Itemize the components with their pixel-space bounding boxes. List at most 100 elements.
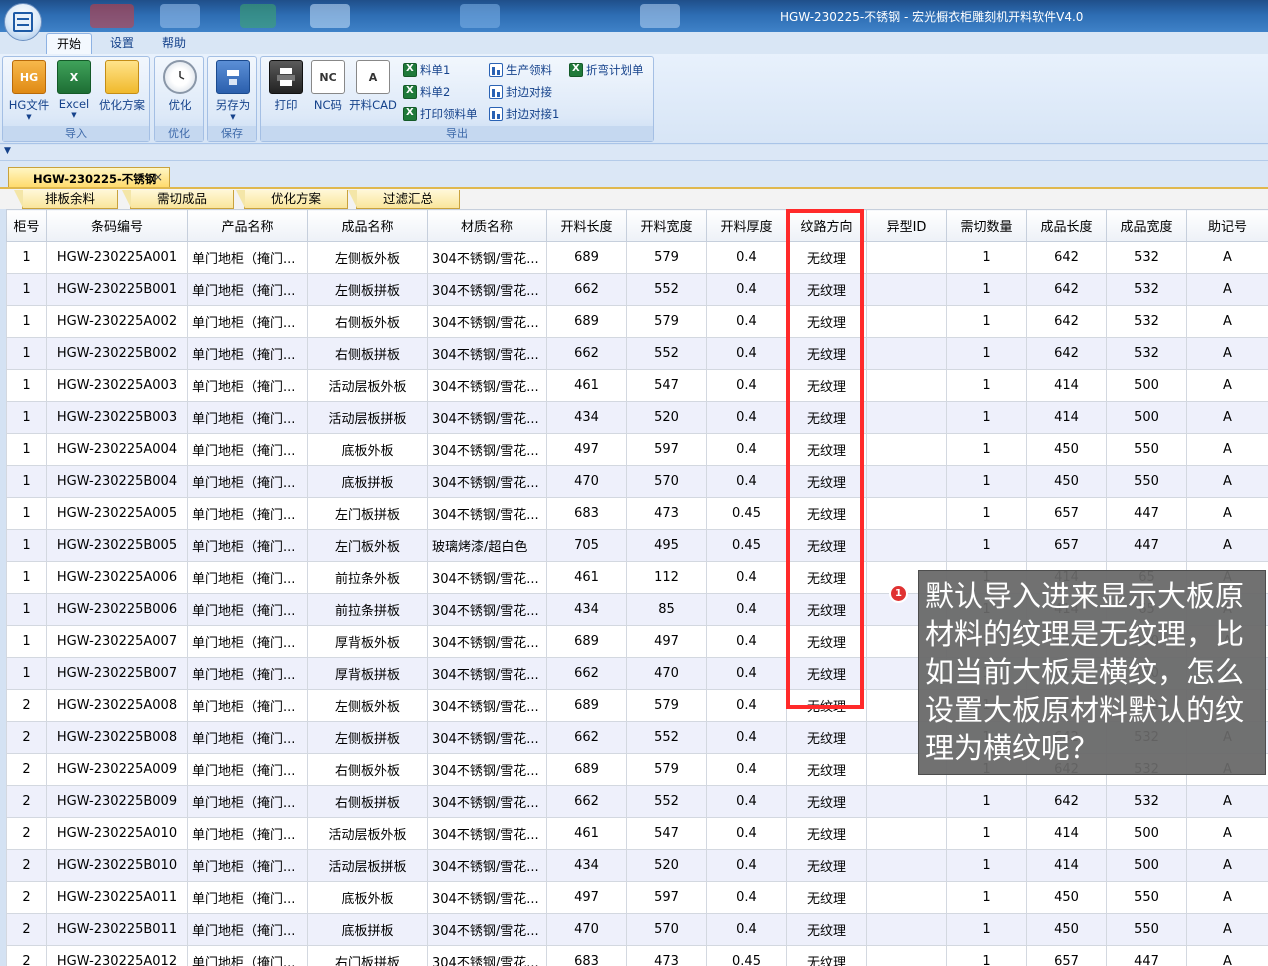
table-cell[interactable]: 642 — [1026, 241, 1107, 274]
table-cell[interactable]: 0.4 — [706, 273, 787, 306]
column-header[interactable]: 开料长度 — [546, 209, 627, 242]
table-cell[interactable]: 左门板外板 — [307, 529, 428, 562]
table-cell[interactable]: 厚背板拼板 — [307, 657, 428, 690]
table-cell[interactable]: 右侧板外板 — [307, 753, 428, 786]
table-cell[interactable]: 304不锈钢/雪花... — [427, 753, 547, 786]
table-cell[interactable]: HGW-230225B007 — [46, 657, 188, 690]
table-cell[interactable]: 2 — [6, 881, 47, 914]
table-cell[interactable]: HGW-230225B001 — [46, 273, 188, 306]
nc-code-button[interactable]: NC NC码 — [305, 60, 351, 113]
table-cell[interactable]: 579 — [626, 689, 707, 722]
table-cell[interactable]: 右侧板拼板 — [307, 337, 428, 370]
table-cell[interactable]: 1 — [946, 241, 1027, 274]
table-cell[interactable]: 552 — [626, 337, 707, 370]
table-cell[interactable]: 662 — [546, 273, 627, 306]
table-cell[interactable]: 304不锈钢/雪花... — [427, 465, 547, 498]
table-cell[interactable]: 642 — [1026, 337, 1107, 370]
table-cell[interactable]: 550 — [1106, 433, 1187, 466]
table-cell[interactable]: A — [1186, 785, 1268, 818]
table-cell[interactable]: 2 — [6, 785, 47, 818]
table-cell[interactable]: 0.45 — [706, 529, 787, 562]
document-tab[interactable]: HGW-230225-不锈钢 × — [8, 167, 170, 187]
table-row[interactable]: 1 HGW-230225A002 单门地柜（掩门... 右侧板外板 304不锈钢/雪花.… — [6, 305, 1268, 338]
table-cell[interactable]: 0.4 — [706, 241, 787, 274]
table-cell[interactable]: 无纹理 — [786, 561, 867, 594]
table-cell[interactable]: 无纹理 — [786, 369, 867, 402]
table-cell[interactable] — [866, 785, 947, 818]
optimization-plan-button[interactable]: 优化方案 — [97, 60, 147, 113]
column-header[interactable]: 开料宽度 — [626, 209, 707, 242]
table-cell[interactable]: 玻璃烤漆/超白色 — [427, 529, 547, 562]
application-menu-button[interactable] — [4, 3, 42, 41]
table-cell[interactable]: 304不锈钢/雪花... — [427, 785, 547, 818]
table-cell[interactable]: 570 — [626, 913, 707, 946]
table-cell[interactable]: HGW-230225A008 — [46, 689, 188, 722]
sheet-tab-optimization-plan[interactable]: 优化方案 — [236, 190, 348, 209]
table-cell[interactable]: HGW-230225B006 — [46, 593, 188, 626]
table-cell[interactable] — [866, 849, 947, 882]
table-cell[interactable]: 0.4 — [706, 561, 787, 594]
tab-settings[interactable]: 设置 — [100, 33, 144, 54]
table-cell[interactable]: 1 — [946, 433, 1027, 466]
table-cell[interactable]: 单门地柜（掩门... — [187, 305, 308, 338]
bending-plan-button[interactable]: 折弯计划单 — [569, 61, 644, 79]
table-cell[interactable]: 304不锈钢/雪花... — [427, 497, 547, 530]
table-cell[interactable]: 0.4 — [706, 305, 787, 338]
table-cell[interactable]: 532 — [1106, 785, 1187, 818]
table-row[interactable]: 2 HGW-230225A012 单门地柜（掩门... 右门板拼板 304不锈钢/雪花.… — [6, 945, 1268, 966]
table-cell[interactable]: 单门地柜（掩门... — [187, 689, 308, 722]
table-cell[interactable]: 450 — [1026, 881, 1107, 914]
table-cell[interactable]: A — [1186, 913, 1268, 946]
table-cell[interactable]: 662 — [546, 657, 627, 690]
table-cell[interactable]: 579 — [626, 241, 707, 274]
table-row[interactable]: 2 HGW-230225A011 单门地柜（掩门... 底板外板 304不锈钢/雪花..… — [6, 881, 1268, 914]
table-cell[interactable]: 无纹理 — [786, 593, 867, 626]
table-cell[interactable]: 304不锈钢/雪花... — [427, 721, 547, 754]
table-row[interactable]: 1 HGW-230225A004 单门地柜（掩门... 底板外板 304不锈钢/雪花..… — [6, 433, 1268, 466]
table-cell[interactable]: 0.4 — [706, 465, 787, 498]
table-cell[interactable]: HGW-230225A001 — [46, 241, 188, 274]
table-cell[interactable] — [866, 273, 947, 306]
table-row[interactable]: 2 HGW-230225B011 单门地柜（掩门... 底板拼板 304不锈钢/雪花..… — [6, 913, 1268, 946]
table-cell[interactable]: HGW-230225A007 — [46, 625, 188, 658]
table-cell[interactable]: 1 — [6, 593, 47, 626]
table-cell[interactable]: 无纹理 — [786, 529, 867, 562]
table-cell[interactable]: 前拉条外板 — [307, 561, 428, 594]
table-cell[interactable]: 532 — [1106, 273, 1187, 306]
table-cell[interactable]: 活动层板外板 — [307, 817, 428, 850]
table-cell[interactable]: 2 — [6, 689, 47, 722]
table-cell[interactable]: 1 — [6, 241, 47, 274]
table-cell[interactable]: 0.4 — [706, 593, 787, 626]
table-cell[interactable]: 705 — [546, 529, 627, 562]
table-cell[interactable]: 无纹理 — [786, 689, 867, 722]
table-cell[interactable]: 532 — [1106, 305, 1187, 338]
table-cell[interactable] — [866, 913, 947, 946]
table-cell[interactable]: 左侧板外板 — [307, 689, 428, 722]
table-cell[interactable]: A — [1186, 401, 1268, 434]
table-cell[interactable]: A — [1186, 433, 1268, 466]
table-cell[interactable]: HGW-230225A011 — [46, 881, 188, 914]
table-cell[interactable]: 1 — [946, 817, 1027, 850]
table-cell[interactable]: 0.45 — [706, 497, 787, 530]
table-cell[interactable]: 无纹理 — [786, 465, 867, 498]
optimize-button[interactable]: 优化 — [157, 60, 203, 113]
table-row[interactable]: 1 HGW-230225B001 单门地柜（掩门... 左侧板拼板 304不锈钢/雪花.… — [6, 273, 1268, 306]
column-header[interactable]: 柜号 — [6, 209, 47, 242]
table-cell[interactable]: 单门地柜（掩门... — [187, 561, 308, 594]
table-cell[interactable]: 500 — [1106, 817, 1187, 850]
table-cell[interactable]: 473 — [626, 945, 707, 966]
table-cell[interactable]: 单门地柜（掩门... — [187, 721, 308, 754]
print-button[interactable]: 打印 — [263, 60, 309, 113]
table-cell[interactable]: 0.4 — [706, 721, 787, 754]
table-cell[interactable]: 1 — [6, 497, 47, 530]
table-cell[interactable]: 304不锈钢/雪花... — [427, 305, 547, 338]
tab-help[interactable]: 帮助 — [152, 33, 196, 54]
table-row[interactable]: 2 HGW-230225A010 单门地柜（掩门... 活动层板外板 304不锈钢/雪花… — [6, 817, 1268, 850]
table-cell[interactable]: 单门地柜（掩门... — [187, 529, 308, 562]
table-cell[interactable] — [866, 817, 947, 850]
table-row[interactable]: 1 HGW-230225B004 单门地柜（掩门... 底板拼板 304不锈钢/雪花..… — [6, 465, 1268, 498]
edge-banding-button[interactable]: 封边对接 — [489, 83, 552, 101]
table-cell[interactable]: 1 — [6, 273, 47, 306]
table-cell[interactable]: 447 — [1106, 497, 1187, 530]
table-cell[interactable]: 500 — [1106, 369, 1187, 402]
